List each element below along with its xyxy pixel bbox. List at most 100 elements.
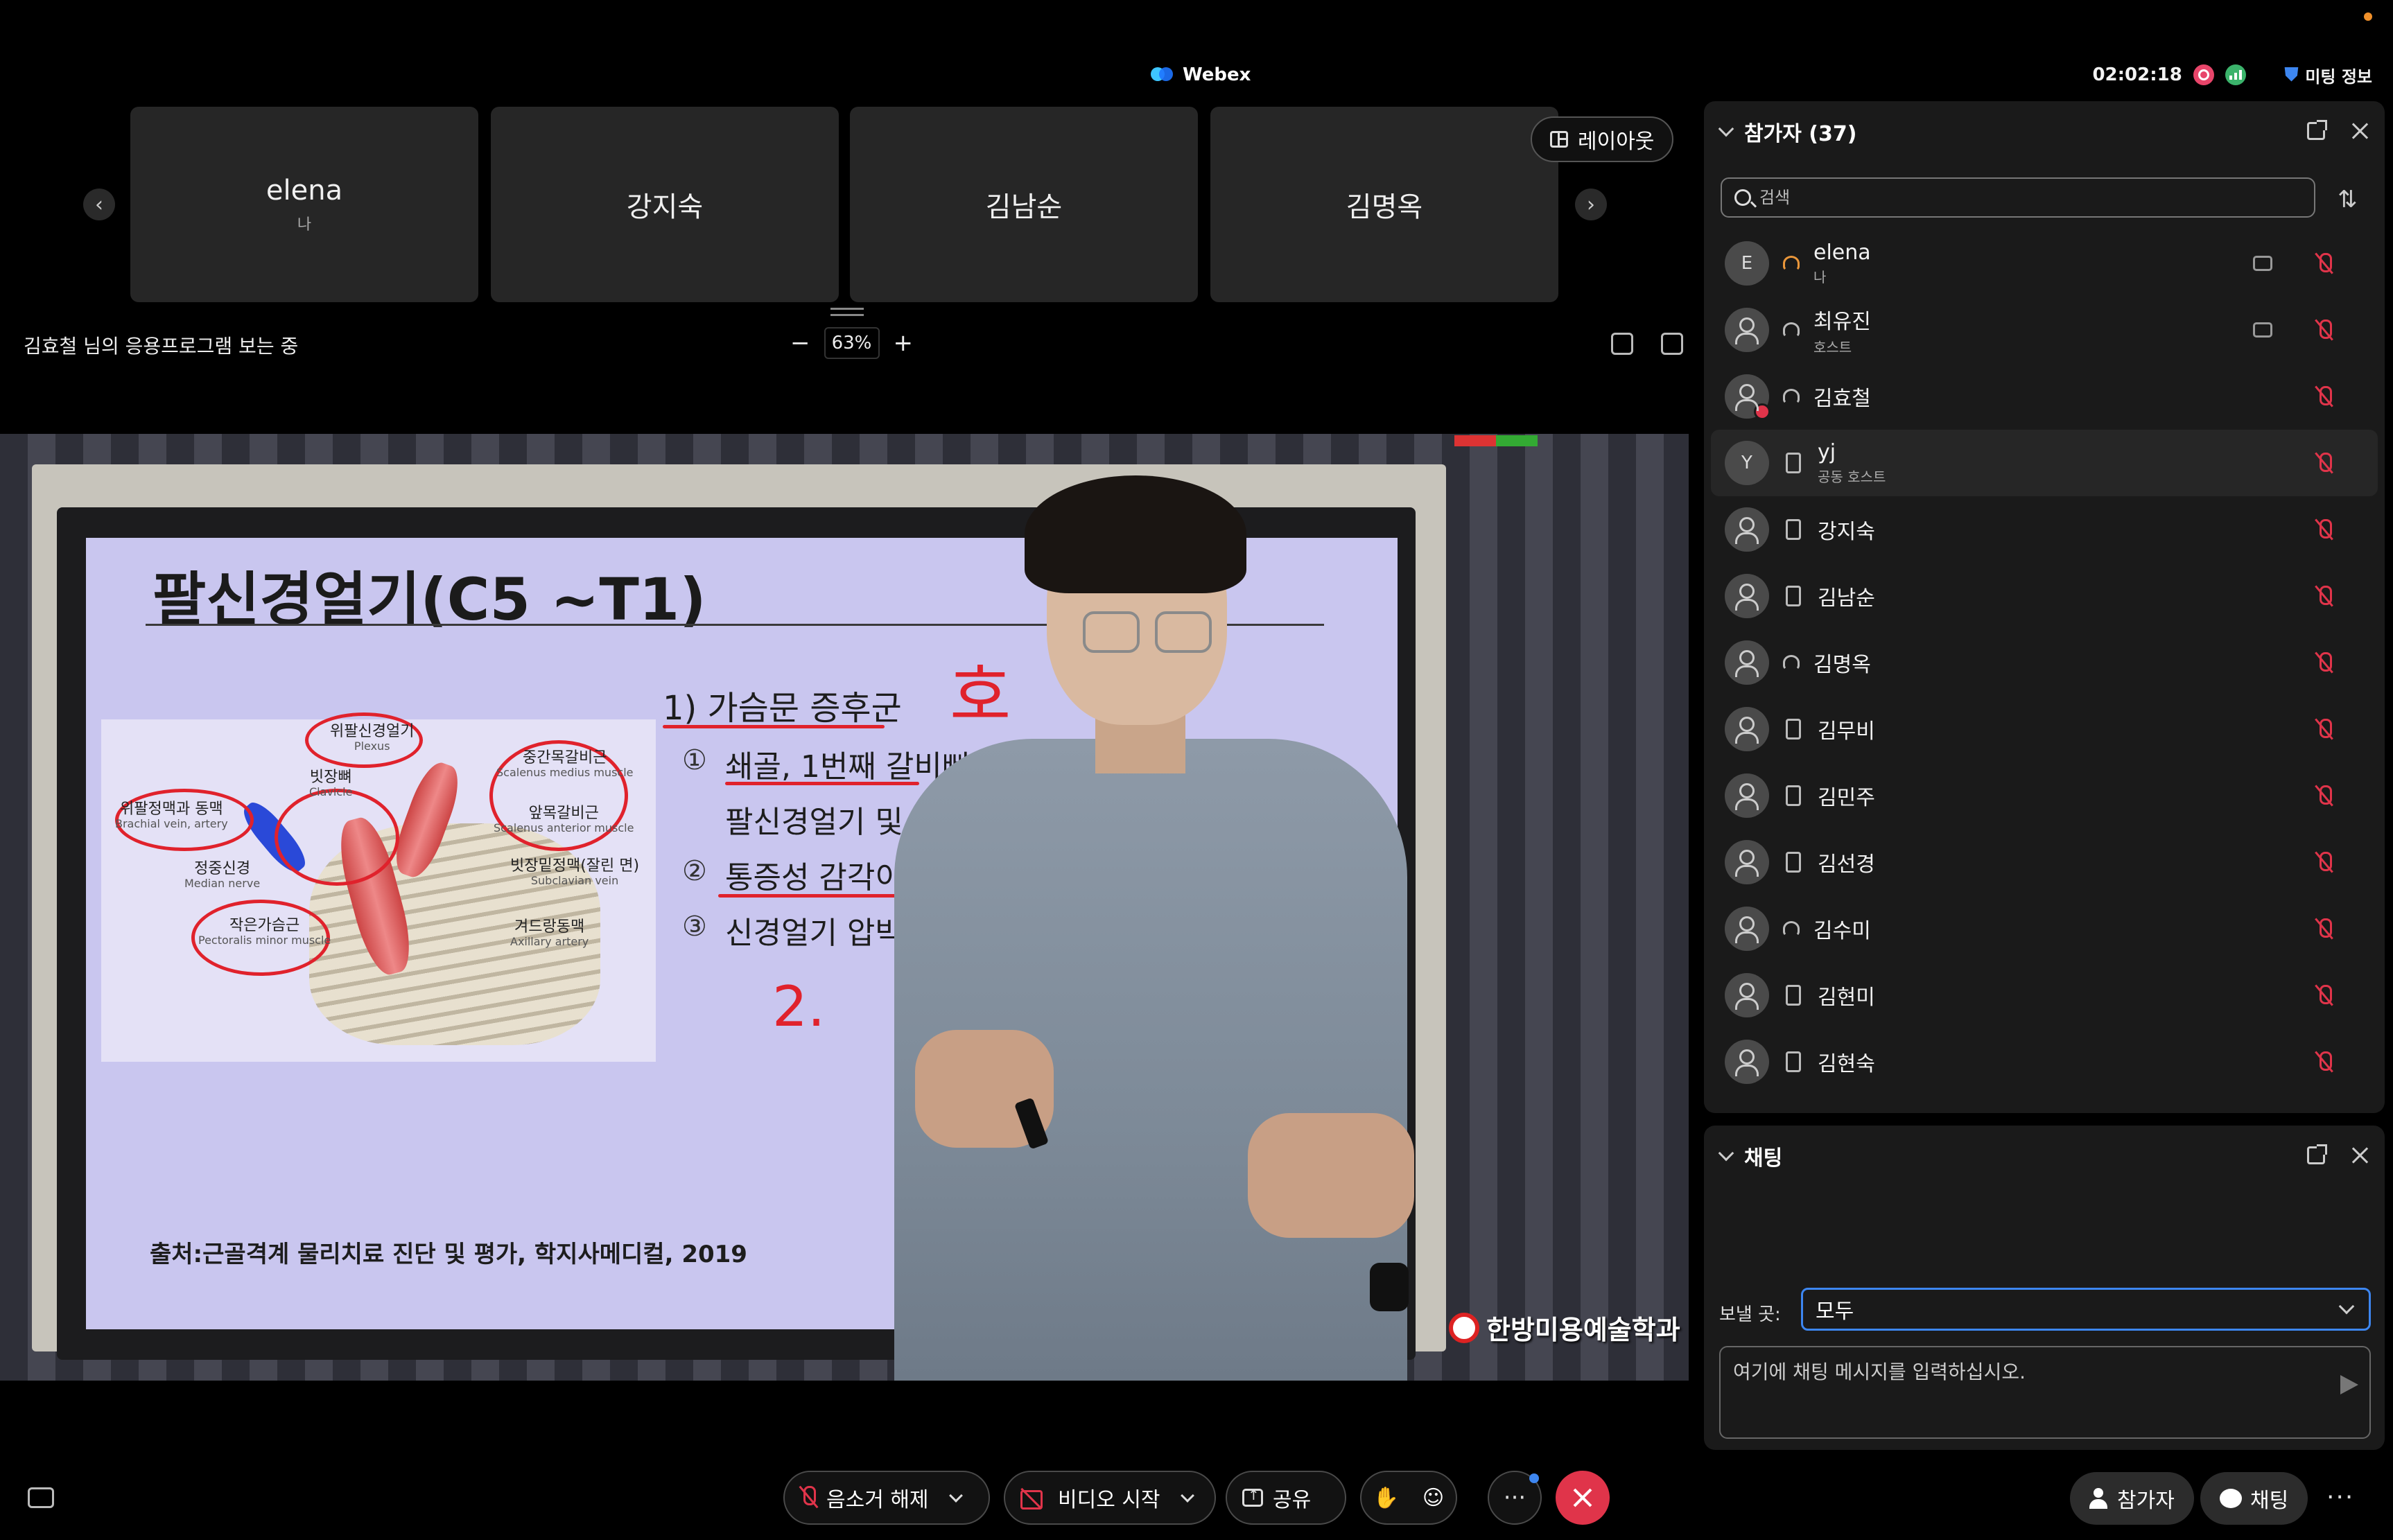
mic-muted-icon[interactable] (2314, 1050, 2335, 1074)
annotate-icon[interactable] (1611, 333, 1633, 355)
more-options-button[interactable]: ··· (1488, 1471, 1542, 1525)
panel-more-icon[interactable]: ··· (2326, 1483, 2354, 1512)
avatar (1725, 840, 1769, 884)
avatar (1725, 707, 1769, 751)
close-icon[interactable] (2351, 122, 2369, 140)
participant-name: 김선경 (1818, 852, 1875, 877)
layout-button[interactable]: 레이아웃 (1531, 116, 1674, 162)
participant-role: 공동 호스트 (1818, 469, 1886, 485)
mic-muted-icon[interactable] (2314, 917, 2335, 940)
indicator-red (1454, 435, 1496, 446)
participants-title: 참가자 (37) (1744, 122, 1857, 146)
closed-captions-icon[interactable] (28, 1487, 54, 1508)
pop-out-share-icon[interactable] (1661, 333, 1683, 355)
more-dots-icon: ··· (1503, 1484, 1526, 1512)
participant-row[interactable]: 김무비 (1711, 696, 2378, 762)
participant-name: 김효철 (1813, 387, 1871, 411)
zoom-level[interactable]: 63% (824, 327, 880, 359)
participant-row[interactable]: 김남순 (1711, 563, 2378, 629)
close-icon[interactable] (2351, 1146, 2369, 1164)
zoom-in-button[interactable]: + (894, 329, 914, 357)
participant-row[interactable]: 김선경 (1711, 829, 2378, 895)
participant-row[interactable]: 최유진 호스트 (1711, 297, 2378, 363)
participants-header[interactable]: 참가자 (37) (1718, 116, 1857, 147)
mic-muted-icon[interactable] (2314, 651, 2335, 674)
strip-prev-button[interactable]: ‹ (83, 189, 115, 220)
thumbnail-name: 김명옥 (1346, 191, 1423, 223)
mic-muted-icon[interactable] (2314, 318, 2335, 342)
presenter-hair (1025, 475, 1246, 593)
app-title-text: Webex (1183, 64, 1251, 85)
participant-row[interactable]: 김명옥 (1711, 629, 2378, 696)
share-button[interactable]: 공유 (1226, 1471, 1346, 1525)
avatar (1725, 574, 1769, 618)
leave-meeting-button[interactable] (1556, 1471, 1610, 1525)
mic-muted-icon[interactable] (2314, 385, 2335, 408)
avatar (1725, 1040, 1769, 1084)
mic-muted-icon[interactable] (2314, 983, 2335, 1007)
participant-row[interactable]: 김효철 (1711, 363, 2378, 430)
avatar (1725, 973, 1769, 1017)
thumbnail-sub: 나 (297, 216, 312, 234)
participant-name: 김수미 (1813, 919, 1871, 943)
mic-muted-icon[interactable] (2314, 252, 2335, 275)
mic-muted-icon[interactable] (2314, 518, 2335, 541)
participant-row[interactable]: Y yj 공동 호스트 (1711, 430, 2378, 496)
top-right-status: 02:02:18 ⛊ 미팅 정보 (2092, 12, 2372, 89)
participant-name: 김명옥 (1813, 653, 1871, 677)
participant-row[interactable]: 김민주 (1711, 762, 2378, 829)
participants-button[interactable]: 참가자 (2070, 1472, 2194, 1525)
mic-off-icon (800, 1486, 817, 1510)
video-thumbnail[interactable]: 김명옥 (1210, 107, 1558, 302)
start-video-label: 비디오 시작 (1058, 1488, 1160, 1512)
chat-button[interactable]: 채팅 (2200, 1472, 2308, 1525)
indicator-green (1496, 435, 1538, 446)
participant-row[interactable]: E elena 나 (1711, 230, 2378, 297)
avatar: Y (1725, 441, 1769, 485)
audio-options-chevron-icon[interactable] (948, 1489, 963, 1503)
avatar (1725, 640, 1769, 685)
popout-icon[interactable] (2307, 1144, 2327, 1164)
search-input[interactable] (1759, 188, 2300, 207)
participants-actions (2307, 120, 2369, 140)
start-video-button[interactable]: 비디오 시작 (1005, 1472, 1176, 1523)
video-thumbnail[interactable]: 강지숙 (491, 107, 839, 302)
meeting-info-button[interactable]: ⛊ 미팅 정보 (2285, 63, 2372, 87)
mic-muted-icon[interactable] (2314, 784, 2335, 807)
participant-name: elena (1813, 240, 1871, 265)
chat-message-input[interactable]: 여기에 채팅 메시지를 입력하십시오. (1719, 1346, 2371, 1439)
chat-header[interactable]: 채팅 (1718, 1141, 1782, 1171)
camera-off-icon (1020, 1489, 1048, 1510)
mic-muted-icon[interactable] (2314, 584, 2335, 608)
app-title: Webex (1151, 61, 1251, 89)
sort-icon[interactable]: ⇅ (2338, 186, 2358, 213)
raise-hand-icon[interactable]: ✋ (1373, 1486, 1399, 1510)
participant-row[interactable]: 강지숙 (1711, 496, 2378, 563)
recording-icon[interactable] (2193, 64, 2214, 85)
video-options-chevron-icon[interactable] (1180, 1489, 1194, 1503)
chevron-down-icon (1718, 1145, 1734, 1162)
video-thumbnail[interactable]: 김남순 (850, 107, 1198, 302)
popout-icon[interactable] (2307, 120, 2327, 140)
chat-button-label: 채팅 (2250, 1489, 2289, 1513)
phone-icon (1783, 453, 1804, 473)
strip-next-button[interactable]: › (1575, 189, 1607, 220)
participant-row[interactable]: 김현미 (1711, 962, 2378, 1029)
phone-icon (1783, 785, 1804, 806)
participant-search[interactable] (1721, 177, 2315, 218)
mic-muted-icon[interactable] (2314, 451, 2335, 475)
network-health-icon[interactable] (2225, 64, 2246, 85)
red-underline (725, 782, 919, 785)
mic-muted-icon[interactable] (2314, 850, 2335, 874)
video-thumbnail[interactable]: elena 나 (130, 107, 478, 302)
mic-muted-icon[interactable] (2314, 717, 2335, 741)
participant-row[interactable]: 김수미 (1711, 895, 2378, 962)
send-icon[interactable] (2340, 1375, 2358, 1394)
participant-row[interactable]: 김현숙 (1711, 1029, 2378, 1095)
label-subclavian-vein: 빗장밑정맥(잘린 면) Subclavian vein (510, 857, 640, 888)
send-to-select[interactable]: 모두 (1801, 1288, 2371, 1331)
zoom-out-button[interactable]: − (790, 329, 810, 357)
unmute-button[interactable]: 음소거 해제 (785, 1472, 944, 1523)
strip-resize-handle[interactable] (830, 308, 864, 316)
reactions-icon[interactable]: ☺ (1422, 1486, 1444, 1510)
